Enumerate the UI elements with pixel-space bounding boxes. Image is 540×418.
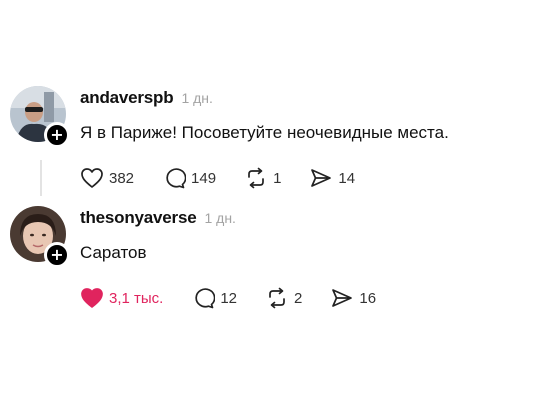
repost-count: 2 — [294, 289, 303, 307]
share-button[interactable]: 14 — [309, 167, 355, 189]
avatar[interactable]: + — [10, 86, 70, 148]
reply-count: 149 — [191, 169, 217, 187]
like-count: 382 — [109, 169, 135, 187]
repost-button[interactable]: 2 — [265, 287, 302, 309]
repost-icon — [248, 167, 264, 189]
post-text: Я в Париже! Посоветуйте неочевидные мест… — [80, 123, 449, 142]
share-button[interactable]: 16 — [330, 287, 376, 309]
like-button[interactable]: 382 — [80, 167, 134, 189]
timestamp: 1 дн. — [181, 90, 213, 106]
share-count: 14 — [338, 169, 356, 187]
reply-button[interactable]: 12 — [191, 287, 237, 309]
share-count: 16 — [359, 289, 377, 307]
follow-plus-icon[interactable]: + — [44, 242, 70, 268]
like-count: 3,1 тыс. — [109, 289, 164, 307]
send-icon — [311, 169, 332, 187]
follow-plus-icon[interactable]: + — [44, 122, 70, 148]
comment-icon — [195, 288, 216, 309]
action-bar: 382 149 1 14 — [80, 164, 530, 192]
reply-button[interactable]: 149 — [162, 167, 216, 189]
repost-button[interactable]: 1 — [244, 167, 281, 189]
like-button[interactable]: 3,1 тыс. — [80, 287, 163, 309]
username[interactable]: thesonyaverse — [80, 208, 197, 228]
thread-connector-line — [40, 160, 42, 196]
post-text: Саратов — [80, 243, 147, 262]
heart-filled-icon — [81, 288, 103, 308]
send-icon — [332, 289, 353, 307]
repost-icon — [269, 287, 285, 309]
comment-icon — [166, 168, 187, 189]
reply-count: 12 — [220, 289, 238, 307]
heart-icon — [81, 168, 103, 188]
repost-count: 1 — [273, 169, 282, 187]
action-bar: 3,1 тыс. 12 2 16 — [80, 284, 530, 312]
avatar[interactable]: + — [10, 206, 70, 268]
username[interactable]: andaverspb — [80, 88, 174, 108]
timestamp: 1 дн. — [204, 210, 236, 226]
